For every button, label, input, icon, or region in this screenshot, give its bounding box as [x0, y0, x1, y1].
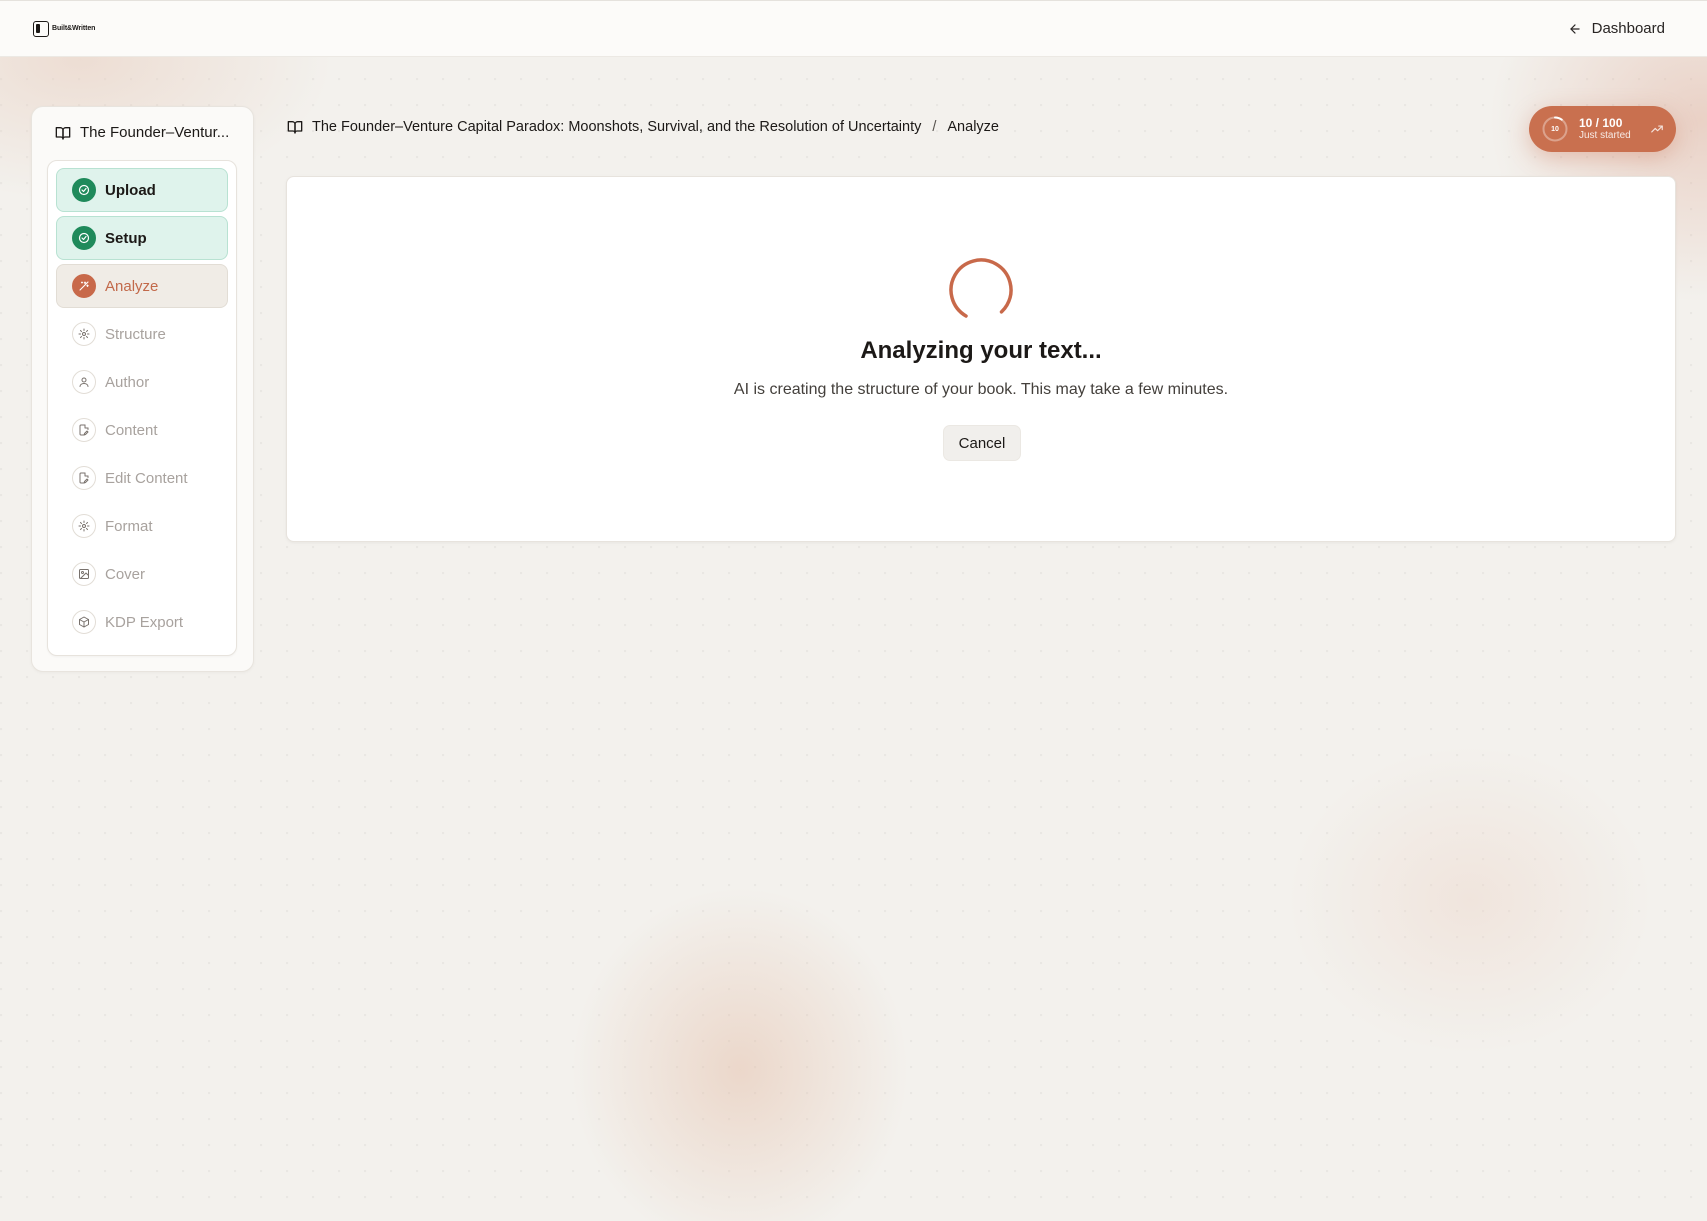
step-label: Author	[105, 373, 150, 391]
step-label: Upload	[105, 181, 156, 199]
step-list: Upload Setup Analyze Structure Author Co…	[47, 160, 237, 656]
document-edit-icon	[72, 418, 96, 442]
loading-spinner-icon	[949, 258, 1013, 322]
progress-ring-value: 10	[1551, 125, 1559, 133]
book-logo-icon	[33, 20, 49, 37]
step-format[interactable]: Format	[56, 504, 228, 548]
image-icon	[72, 562, 96, 586]
progress-status: Just started	[1579, 130, 1631, 142]
breadcrumb: The Founder–Venture Capital Paradox: Moo…	[287, 119, 999, 135]
step-label: Edit Content	[105, 469, 188, 487]
breadcrumb-current: Analyze	[947, 119, 999, 135]
breadcrumb-book-title[interactable]: The Founder–Venture Capital Paradox: Moo…	[312, 119, 921, 135]
user-icon	[72, 370, 96, 394]
step-kdp-export[interactable]: KDP Export	[56, 600, 228, 644]
step-author[interactable]: Author	[56, 360, 228, 404]
brand-name: Built&Written	[52, 25, 96, 32]
analyzing-heading: Analyzing your text...	[860, 337, 1102, 364]
top-bar: Built&Written Dashboard	[0, 0, 1707, 57]
step-upload[interactable]: Upload	[56, 168, 228, 212]
gear-icon	[72, 514, 96, 538]
step-label: Setup	[105, 229, 147, 247]
trending-up-icon	[1651, 125, 1663, 133]
progress-score-pill[interactable]: 10 10 / 100 Just started	[1529, 106, 1676, 152]
step-label: Cover	[105, 565, 146, 583]
step-content[interactable]: Content	[56, 408, 228, 452]
dashboard-label: Dashboard	[1591, 20, 1665, 37]
step-analyze[interactable]: Analyze	[56, 264, 228, 308]
cancel-button[interactable]: Cancel	[943, 425, 1021, 461]
step-label: Content	[105, 421, 158, 439]
package-icon	[72, 610, 96, 634]
dashboard-link[interactable]: Dashboard	[1568, 20, 1665, 37]
step-label: KDP Export	[105, 613, 184, 631]
book-open-icon	[55, 126, 71, 140]
step-setup[interactable]: Setup	[56, 216, 228, 260]
magic-wand-icon	[72, 274, 96, 298]
check-circle-icon	[72, 226, 96, 250]
step-label: Analyze	[105, 277, 159, 295]
step-label: Format	[105, 517, 153, 535]
check-circle-icon	[72, 178, 96, 202]
progress-ring: 10	[1541, 115, 1569, 143]
arrow-left-icon	[1569, 23, 1580, 34]
analyze-card: Analyzing your text... AI is creating th…	[286, 176, 1676, 542]
sidebar-book-title-text: The Founder–Ventur...	[80, 124, 230, 141]
step-edit-content[interactable]: Edit Content	[56, 456, 228, 500]
document-edit-icon	[72, 466, 96, 490]
step-label: Structure	[105, 325, 166, 343]
step-structure[interactable]: Structure	[56, 312, 228, 356]
progress-score: 10 / 100	[1579, 115, 1623, 130]
gear-icon	[72, 322, 96, 346]
sidebar-book-title: The Founder–Ventur...	[55, 124, 245, 141]
breadcrumb-separator: /	[932, 119, 937, 135]
step-cover[interactable]: Cover	[56, 552, 228, 596]
sidebar: The Founder–Ventur... Upload Setup Analy…	[31, 106, 254, 672]
book-open-icon	[287, 121, 303, 134]
analyzing-subtext: AI is creating the structure of your boo…	[733, 381, 1229, 398]
brand-logo[interactable]: Built&Written	[33, 20, 96, 37]
